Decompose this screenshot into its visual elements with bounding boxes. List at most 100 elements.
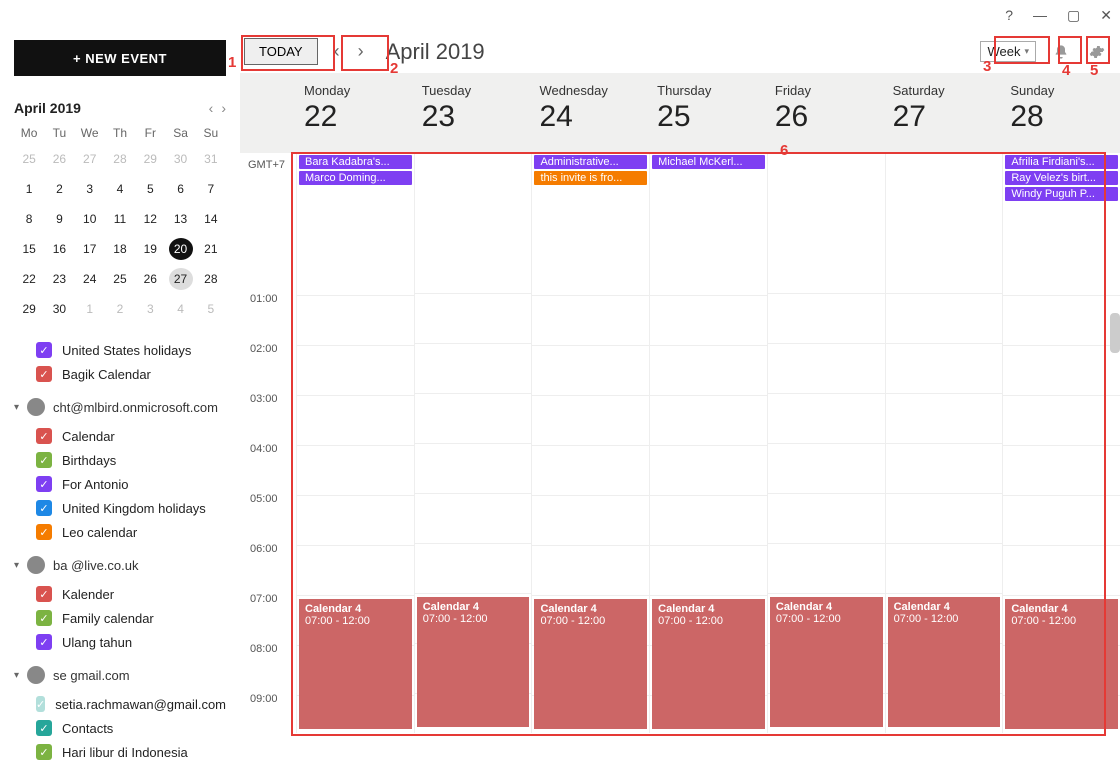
mini-day[interactable]: 9 xyxy=(47,208,71,230)
calendar-item[interactable]: Family calendar xyxy=(14,606,226,630)
day-column[interactable]: Afrilia Firdiani's... Ray Velez's birt...… xyxy=(1002,153,1120,733)
timed-event[interactable]: Calendar 407:00 - 12:00 xyxy=(1005,599,1118,729)
day-column[interactable]: Calendar 407:00 - 12:00 xyxy=(767,153,885,733)
timed-event[interactable]: Calendar 407:00 - 12:00 xyxy=(652,599,765,729)
maximize-button[interactable]: ▢ xyxy=(1067,7,1080,24)
mini-day[interactable]: 29 xyxy=(17,298,41,320)
day-header[interactable]: Sunday28 xyxy=(1002,73,1120,153)
calendar-item[interactable]: For Antonio xyxy=(14,472,226,496)
account-header[interactable]: ▾cht@mlbird.onmicrosoft.com xyxy=(14,398,226,416)
mini-day[interactable]: 21 xyxy=(199,238,223,260)
checkbox-icon[interactable] xyxy=(36,720,52,736)
timed-event[interactable]: Calendar 407:00 - 12:00 xyxy=(888,597,1001,727)
day-columns[interactable]: Bara Kadabra's... Marco Doming... Calendar… xyxy=(296,153,1120,733)
mini-next-icon[interactable]: › xyxy=(221,100,226,116)
account-header[interactable]: ▾ba @live.co.uk xyxy=(14,556,226,574)
mini-day[interactable]: 4 xyxy=(169,298,193,320)
timed-event[interactable]: Calendar 407:00 - 12:00 xyxy=(417,597,530,727)
mini-day[interactable]: 28 xyxy=(199,268,223,290)
day-header[interactable]: Thursday25 xyxy=(649,73,767,153)
mini-day[interactable]: 20 xyxy=(169,238,193,260)
allday-event[interactable]: Windy Puguh P... xyxy=(1005,187,1118,201)
calendar-item[interactable]: United States holidays xyxy=(14,338,226,362)
mini-day[interactable]: 4 xyxy=(108,178,132,200)
checkbox-icon[interactable] xyxy=(36,610,52,626)
mini-day[interactable]: 8 xyxy=(17,208,41,230)
checkbox-icon[interactable] xyxy=(36,366,52,382)
close-button[interactable]: ✕ xyxy=(1100,7,1112,24)
mini-prev-icon[interactable]: ‹ xyxy=(209,100,214,116)
allday-event[interactable]: Administrative... xyxy=(534,155,647,169)
next-week-icon[interactable]: › xyxy=(356,41,366,62)
calendar-item[interactable]: United Kingdom holidays xyxy=(14,496,226,520)
allday-event[interactable]: Michael McKerl... xyxy=(652,155,765,169)
checkbox-icon[interactable] xyxy=(36,524,52,540)
mini-day[interactable]: 11 xyxy=(108,208,132,230)
checkbox-icon[interactable] xyxy=(36,634,52,650)
allday-event[interactable]: this invite is fro... xyxy=(534,171,647,185)
mini-day[interactable]: 7 xyxy=(199,178,223,200)
mini-day[interactable]: 2 xyxy=(108,298,132,320)
mini-day[interactable]: 3 xyxy=(78,178,102,200)
checkbox-icon[interactable] xyxy=(36,500,52,516)
mini-day[interactable]: 5 xyxy=(138,178,162,200)
mini-day[interactable]: 3 xyxy=(138,298,162,320)
checkbox-icon[interactable] xyxy=(36,342,52,358)
mini-day[interactable]: 1 xyxy=(78,298,102,320)
calendar-item[interactable]: Bagik Calendar xyxy=(14,362,226,386)
day-header[interactable]: Tuesday23 xyxy=(414,73,532,153)
mini-day[interactable]: 18 xyxy=(108,238,132,260)
day-header[interactable]: Saturday27 xyxy=(885,73,1003,153)
mini-day[interactable]: 1 xyxy=(17,178,41,200)
day-column[interactable]: Calendar 407:00 - 12:00 xyxy=(885,153,1003,733)
scrollbar[interactable] xyxy=(1110,313,1120,353)
mini-day[interactable]: 23 xyxy=(47,268,71,290)
allday-event[interactable]: Marco Doming... xyxy=(299,171,412,185)
mini-day[interactable]: 2 xyxy=(47,178,71,200)
calendar-item[interactable]: Kalender xyxy=(14,582,226,606)
day-header[interactable]: Monday22 xyxy=(296,73,414,153)
day-column[interactable]: Michael McKerl... Calendar 407:00 - 12:00 xyxy=(649,153,767,733)
calendar-item[interactable]: Leo calendar xyxy=(14,520,226,544)
mini-day[interactable]: 26 xyxy=(138,268,162,290)
timed-event[interactable]: Calendar 407:00 - 12:00 xyxy=(299,599,412,729)
prev-week-icon[interactable]: ‹ xyxy=(332,41,342,62)
mini-day[interactable]: 22 xyxy=(17,268,41,290)
allday-event[interactable]: Bara Kadabra's... xyxy=(299,155,412,169)
mini-day[interactable]: 27 xyxy=(169,268,193,290)
mini-day[interactable]: 5 xyxy=(199,298,223,320)
mini-calendar[interactable]: MoTuWeThFrSaSu25262728293031123456789101… xyxy=(14,126,226,320)
timed-event[interactable]: Calendar 407:00 - 12:00 xyxy=(534,599,647,729)
mini-day[interactable]: 12 xyxy=(138,208,162,230)
checkbox-icon[interactable] xyxy=(36,428,52,444)
help-icon[interactable]: ? xyxy=(1005,7,1013,23)
mini-day[interactable]: 17 xyxy=(78,238,102,260)
day-column[interactable]: Bara Kadabra's... Marco Doming... Calendar… xyxy=(296,153,414,733)
checkbox-icon[interactable] xyxy=(36,744,52,760)
timed-event[interactable]: Calendar 407:00 - 12:00 xyxy=(770,597,883,727)
calendar-item[interactable]: Birthdays xyxy=(14,448,226,472)
day-header[interactable]: Wednesday24 xyxy=(531,73,649,153)
mini-day[interactable]: 16 xyxy=(47,238,71,260)
checkbox-icon[interactable] xyxy=(36,476,52,492)
calendar-item[interactable]: setia.rachmawan@gmail.com xyxy=(14,692,226,716)
calendar-item[interactable]: Hari libur di Indonesia xyxy=(14,740,226,764)
allday-event[interactable]: Ray Velez's birt... xyxy=(1005,171,1118,185)
calendar-item[interactable]: Calendar xyxy=(14,424,226,448)
mini-day[interactable]: 6 xyxy=(169,178,193,200)
account-header[interactable]: ▾se gmail.com xyxy=(14,666,226,684)
day-column[interactable]: Calendar 407:00 - 12:00 xyxy=(414,153,532,733)
calendar-item[interactable]: Ulang tahun xyxy=(14,630,226,654)
checkbox-icon[interactable] xyxy=(36,696,45,712)
calendar-item[interactable]: Contacts xyxy=(14,716,226,740)
mini-day[interactable]: 24 xyxy=(78,268,102,290)
day-header[interactable]: Friday26 xyxy=(767,73,885,153)
allday-event[interactable]: Afrilia Firdiani's... xyxy=(1005,155,1118,169)
gear-icon[interactable] xyxy=(1086,41,1108,63)
minimize-button[interactable]: — xyxy=(1033,7,1047,23)
mini-day[interactable]: 10 xyxy=(78,208,102,230)
mini-day[interactable]: 14 xyxy=(199,208,223,230)
mini-day[interactable]: 25 xyxy=(108,268,132,290)
today-button[interactable]: TODAY xyxy=(244,38,318,65)
new-event-button[interactable]: + NEW EVENT xyxy=(14,40,226,76)
